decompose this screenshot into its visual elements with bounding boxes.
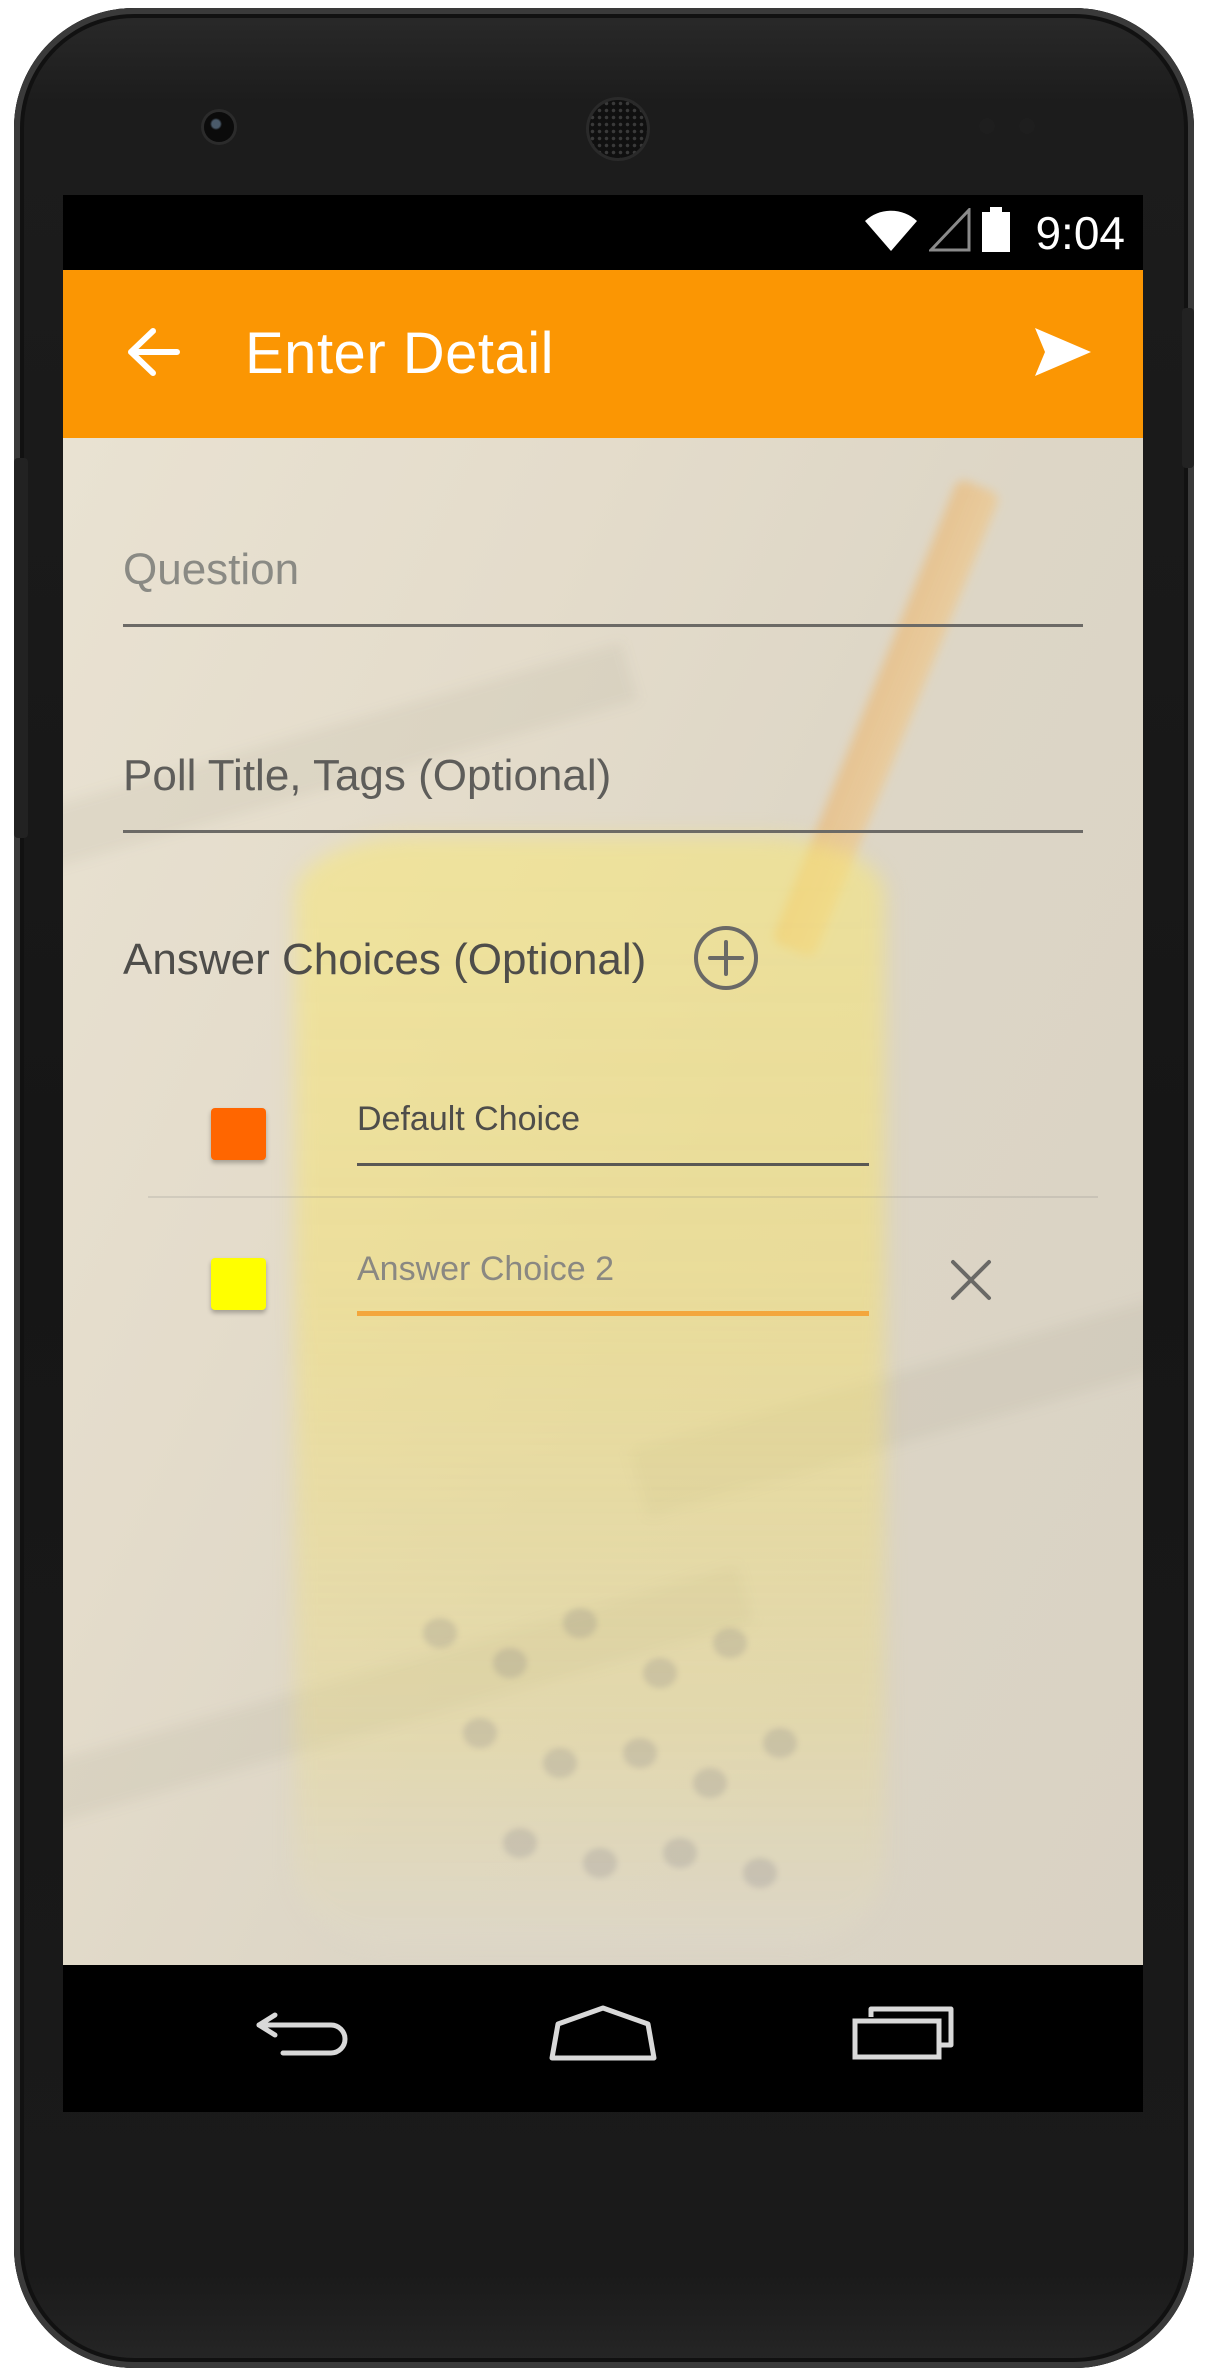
background-pearl	[623, 1738, 657, 1768]
remove-choice-button[interactable]	[941, 1252, 1001, 1312]
choice-input[interactable]: Default Choice	[357, 1094, 869, 1166]
wifi-icon	[863, 207, 919, 258]
send-icon	[1033, 326, 1093, 383]
background-pearl	[663, 1838, 697, 1868]
front-camera-icon	[204, 112, 234, 142]
battery-icon	[981, 207, 1011, 258]
add-circle-icon	[692, 924, 760, 997]
status-icons: 9:04	[863, 195, 1125, 270]
row-divider	[148, 1196, 1098, 1198]
light-sensor	[1019, 118, 1035, 134]
choice-placeholder: Answer Choice 2	[357, 1250, 615, 1288]
choice-color-swatch[interactable]	[211, 1108, 266, 1160]
app-bar: Enter Detail	[63, 270, 1143, 438]
poll-title-value: Poll Title, Tags (Optional)	[123, 751, 612, 800]
background-pearl	[583, 1848, 617, 1878]
choice-value: Default Choice	[357, 1100, 581, 1138]
proximity-sensor	[979, 118, 995, 134]
nav-recent-apps-icon	[851, 2005, 955, 2066]
answer-choice-row: Answer Choice 2	[63, 1208, 1143, 1348]
choice-input[interactable]: Answer Choice 2	[357, 1244, 869, 1316]
poll-title-field[interactable]: Poll Title, Tags (Optional)	[123, 746, 1083, 833]
choice-underline	[357, 1163, 869, 1166]
nav-home-icon	[548, 2004, 658, 2067]
background-pearl	[493, 1648, 527, 1678]
background-pearl	[563, 1608, 597, 1638]
answer-choices-label: Answer Choices (Optional)	[123, 935, 647, 984]
nav-back-icon	[253, 2007, 353, 2064]
status-time: 9:04	[1035, 206, 1125, 259]
earpiece-speaker	[589, 100, 647, 158]
background-pearl	[463, 1718, 497, 1748]
nav-back-button[interactable]	[243, 1995, 363, 2075]
choice-color-swatch[interactable]	[211, 1258, 266, 1310]
background-pearl	[693, 1768, 727, 1798]
add-choice-button[interactable]	[692, 924, 760, 997]
question-underline	[123, 624, 1083, 627]
status-bar: 9:04	[63, 195, 1143, 270]
page-title: Enter Detail	[245, 321, 555, 386]
back-button[interactable]	[113, 314, 193, 394]
close-icon	[949, 1258, 993, 1307]
form-content: Question Poll Title, Tags (Optional) Ans…	[63, 438, 1143, 1965]
volume-button	[14, 458, 28, 838]
answer-choices-header: Answer Choices (Optional)	[123, 923, 760, 997]
background-pearl	[763, 1728, 797, 1758]
power-button	[1182, 308, 1194, 468]
background-pearl	[643, 1658, 677, 1688]
choice-underline-focused	[357, 1311, 869, 1316]
answer-choice-row: Default Choice	[63, 1058, 1143, 1198]
question-field[interactable]: Question	[123, 540, 1083, 627]
question-placeholder: Question	[123, 545, 300, 594]
screen: 9:04 Enter Detail Question Poll Title, T…	[63, 195, 1143, 2112]
background-drink	[295, 836, 885, 1946]
nav-home-button[interactable]	[543, 1995, 663, 2075]
background-pearl	[503, 1828, 537, 1858]
background-pearl	[743, 1858, 777, 1888]
navigation-bar	[63, 1965, 1143, 2112]
cell-signal-icon	[927, 206, 971, 257]
background-pearl	[543, 1748, 577, 1778]
background-pearl	[713, 1628, 747, 1658]
nav-recent-apps-button[interactable]	[843, 1995, 963, 2075]
background-pearl	[423, 1618, 457, 1648]
poll-title-underline	[123, 830, 1083, 833]
send-button[interactable]	[1023, 314, 1103, 394]
arrow-back-icon	[125, 327, 181, 382]
